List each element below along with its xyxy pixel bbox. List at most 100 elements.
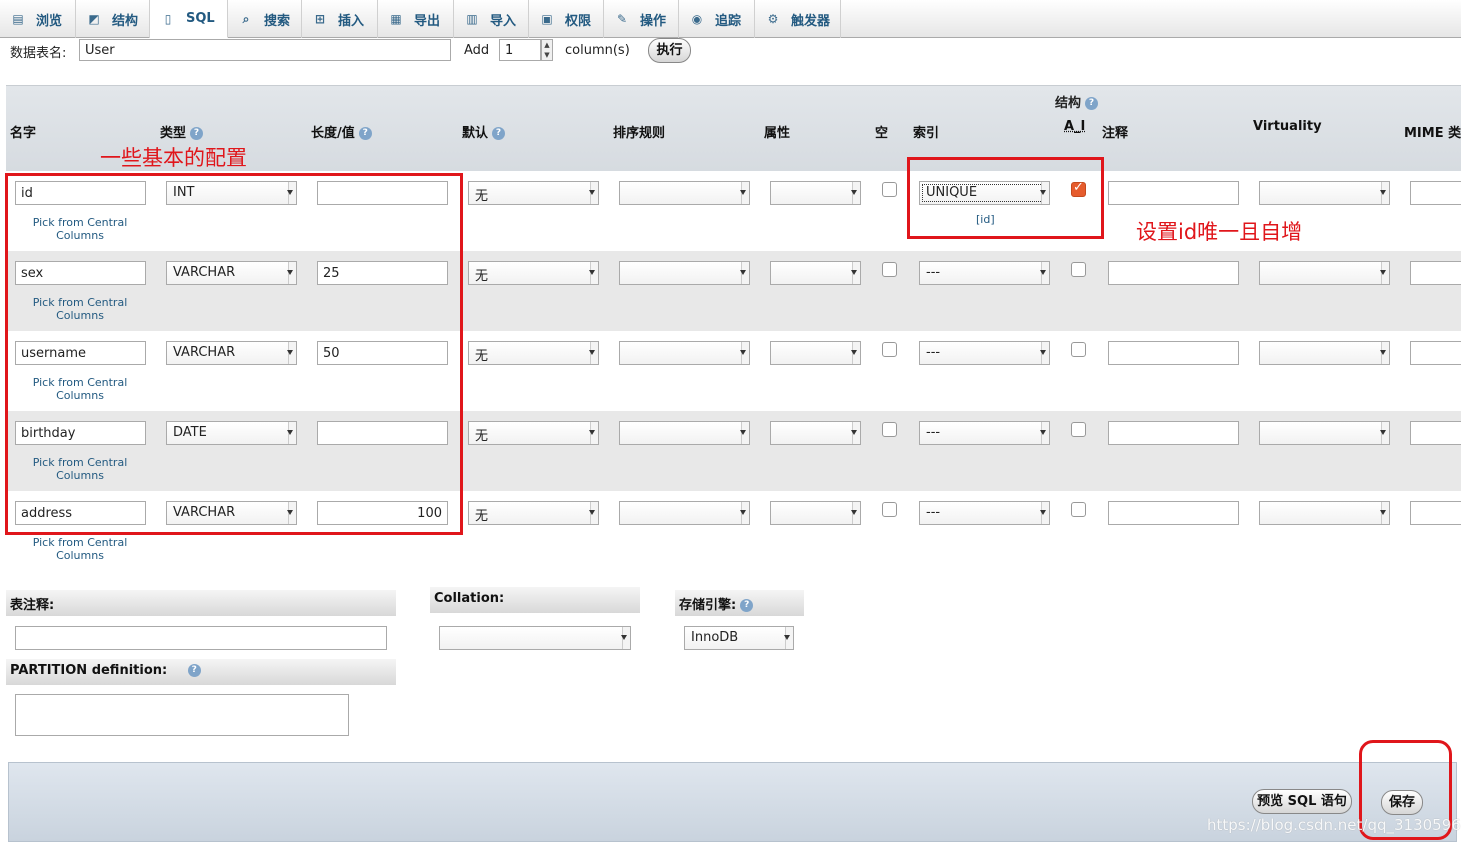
column-comments-input[interactable] (1108, 421, 1239, 445)
column-default-select[interactable]: 无 (468, 181, 599, 205)
export-icon: ▦ (390, 12, 402, 26)
tab-search[interactable]: ⌕ 搜索 (228, 0, 302, 38)
tab-structure[interactable]: ◩ 结构 (76, 0, 150, 38)
col-header-length: 长度/值? (311, 122, 372, 141)
column-mime-input[interactable] (1410, 421, 1461, 445)
chevron-down-icon (1040, 350, 1046, 355)
column-index-select[interactable]: --- (919, 501, 1050, 525)
column-index-select[interactable]: --- (919, 421, 1050, 445)
watermark: https://blog.csdn.net/qq_31305965 (1207, 816, 1461, 834)
null-checkbox[interactable] (882, 422, 897, 437)
insert-icon: ⊞ (314, 12, 326, 26)
auto-increment-checkbox[interactable] (1071, 502, 1086, 517)
column-collation-select[interactable] (619, 421, 750, 445)
column-index-select-value: --- (926, 505, 941, 520)
trigger-icon: ⚙ (767, 12, 779, 26)
tab-export[interactable]: ▦ 导出 (378, 0, 454, 38)
tab-label: 结构 (112, 13, 139, 29)
chevron-down-icon (740, 430, 746, 435)
null-checkbox[interactable] (882, 342, 897, 357)
column-comments-input[interactable] (1108, 341, 1239, 365)
column-default-select[interactable]: 无 (468, 261, 599, 285)
column-collation-select[interactable] (619, 261, 750, 285)
column-virtuality-select[interactable] (1259, 341, 1390, 365)
add-columns-count-input[interactable] (499, 39, 541, 61)
column-virtuality-select[interactable] (1259, 501, 1390, 525)
tab-eye[interactable]: ◉ 追踪 (679, 0, 755, 38)
auto-increment-checkbox[interactable] (1071, 342, 1086, 357)
null-checkbox[interactable] (882, 502, 897, 517)
search-icon: ⌕ (242, 12, 250, 26)
storage-engine-select[interactable]: InnoDB (684, 626, 794, 650)
collation-header: Collation: (430, 587, 640, 613)
chevron-down-icon (1040, 510, 1046, 515)
column-index-select[interactable]: --- (919, 341, 1050, 365)
go-button[interactable]: 执行 (648, 38, 691, 63)
column-default-select[interactable]: 无 (468, 501, 599, 525)
column-default-select[interactable]: 无 (468, 421, 599, 445)
table-comments-input[interactable] (15, 626, 387, 650)
annotation-basic-config: 一些基本的配置 (100, 146, 247, 170)
column-virtuality-select[interactable] (1259, 181, 1390, 205)
chevron-down-icon (1380, 270, 1386, 275)
auto-increment-checkbox[interactable] (1071, 422, 1086, 437)
tab-bar: ▤ 浏览 ◩ 结构 ▯ SQL ⌕ 搜索 ⊞ 插入 ▦ 导出 ▥ 导入 ▣ 权限 ✎ 操作 ◉ 追踪 ⚙ 触发器 (0, 0, 1461, 38)
column-mime-input[interactable] (1410, 341, 1461, 365)
null-checkbox[interactable] (882, 182, 897, 197)
auto-increment-checkbox[interactable] (1071, 262, 1086, 277)
structure-title-text: 结构 (1055, 96, 1082, 111)
column-collation-select[interactable] (619, 341, 750, 365)
chevron-down-icon (589, 350, 595, 355)
tab-sql[interactable]: ▯ SQL (150, 0, 228, 38)
structure-icon: ◩ (88, 12, 100, 26)
column-virtuality-select[interactable] (1259, 261, 1390, 285)
tab-label: 导入 (490, 13, 517, 29)
add-columns-stepper[interactable]: ▲ ▼ (541, 39, 553, 61)
column-index-select-value: --- (926, 425, 941, 440)
annotation-box-index (907, 157, 1104, 239)
tab-wrench[interactable]: ✎ 操作 (604, 0, 679, 38)
storage-engine-header: 存储引擎:? (675, 590, 804, 616)
column-index-select[interactable]: --- (919, 261, 1050, 285)
tab-label: 导出 (414, 13, 441, 29)
help-icon[interactable]: ? (492, 127, 506, 140)
tab-trigger[interactable]: ⚙ 触发器 (755, 0, 841, 38)
help-icon[interactable]: ? (1085, 97, 1099, 110)
table-collation-select[interactable] (439, 626, 631, 650)
column-mime-input[interactable] (1410, 501, 1461, 525)
pick-from-central-columns-link[interactable]: Pick from Central Columns (15, 536, 145, 562)
help-icon[interactable]: ? (740, 599, 754, 612)
table-name-input[interactable] (79, 39, 451, 61)
column-attributes-select[interactable] (770, 421, 861, 445)
preview-sql-button[interactable]: 预览 SQL 语句 (1252, 789, 1352, 814)
column-attributes-select[interactable] (770, 261, 861, 285)
sql-icon: ▯ (164, 11, 172, 26)
column-collation-select[interactable] (619, 501, 750, 525)
column-mime-input[interactable] (1410, 181, 1461, 205)
annotation-box-basic (5, 173, 463, 535)
column-attributes-select[interactable] (770, 341, 861, 365)
column-comments-input[interactable] (1108, 181, 1239, 205)
column-mime-input[interactable] (1410, 261, 1461, 285)
partition-definition-textarea[interactable] (15, 694, 349, 736)
column-default-select-value: 无 (475, 429, 489, 444)
chevron-down-icon (1040, 430, 1046, 435)
tab-browse[interactable]: ▤ 浏览 (0, 0, 76, 38)
help-icon[interactable]: ? (187, 664, 201, 677)
tab-import[interactable]: ▥ 导入 (454, 0, 529, 38)
column-virtuality-select[interactable] (1259, 421, 1390, 445)
null-checkbox[interactable] (882, 262, 897, 277)
column-attributes-select[interactable] (770, 501, 861, 525)
column-comments-input[interactable] (1108, 261, 1239, 285)
column-collation-select[interactable] (619, 181, 750, 205)
tab-insert[interactable]: ⊞ 插入 (302, 0, 378, 38)
help-icon[interactable]: ? (190, 127, 204, 140)
chevron-down-icon (851, 270, 857, 275)
column-comments-input[interactable] (1108, 501, 1239, 525)
column-attributes-select[interactable] (770, 181, 861, 205)
tab-privileges[interactable]: ▣ 权限 (529, 0, 604, 38)
column-default-select[interactable]: 无 (468, 341, 599, 365)
partition-label: PARTITION definition: (10, 663, 168, 678)
col-header-comments: 注释 (1102, 126, 1129, 141)
help-icon[interactable]: ? (358, 127, 372, 140)
